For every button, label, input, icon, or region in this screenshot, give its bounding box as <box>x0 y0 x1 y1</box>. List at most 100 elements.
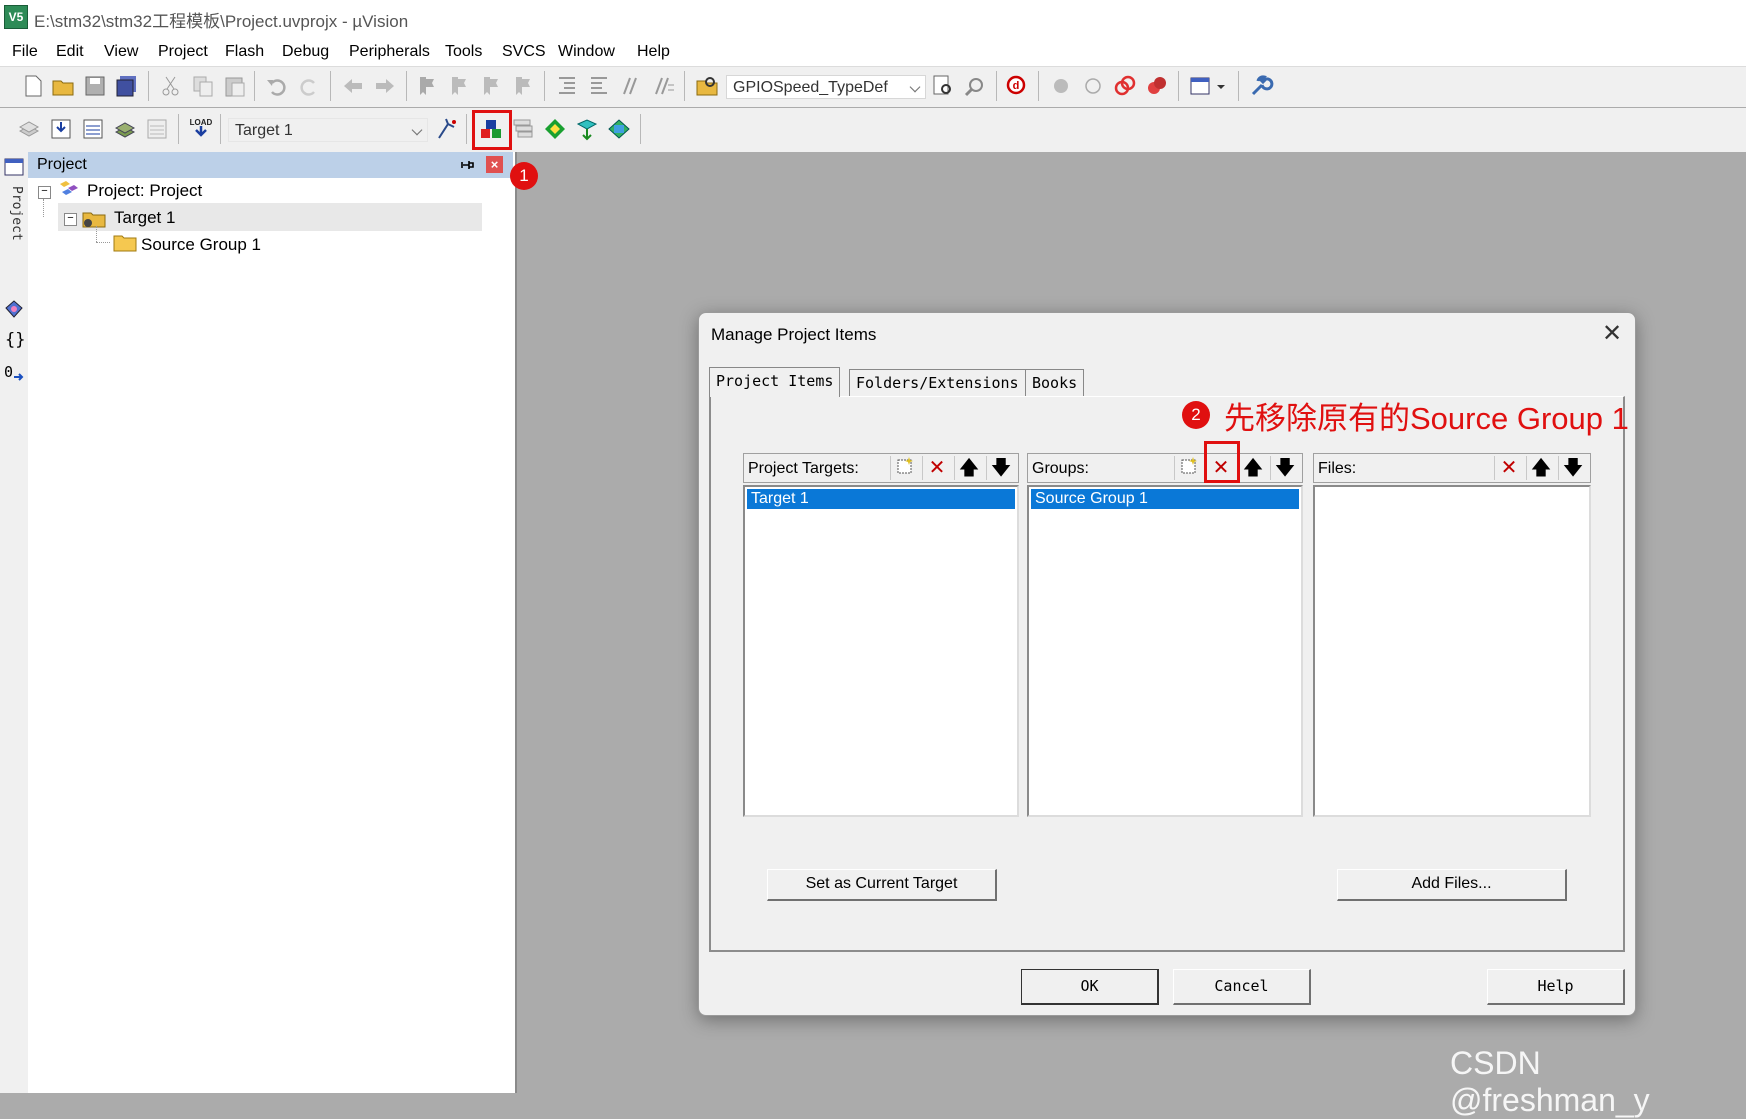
prev-bookmark-icon[interactable] <box>446 73 472 99</box>
menu-debug[interactable]: Debug <box>282 43 329 61</box>
ok-button[interactable]: OK <box>1021 969 1159 1005</box>
incremental-find-icon[interactable] <box>962 73 988 99</box>
stop-build-icon[interactable] <box>144 116 170 142</box>
disable-breakpoints-icon[interactable] <box>1112 73 1138 99</box>
new-file-icon[interactable] <box>20 73 46 99</box>
open-folder-icon[interactable] <box>50 73 76 99</box>
build-icon[interactable] <box>48 116 74 142</box>
pack-installer-icon[interactable] <box>574 116 600 142</box>
move-up-icon[interactable]: 🡅 <box>1238 456 1267 480</box>
move-up-icon[interactable]: 🡅 <box>954 456 983 480</box>
move-down-icon[interactable]: 🡇 <box>1558 456 1587 480</box>
tree-item-target[interactable]: Target 1 <box>114 208 175 228</box>
configure-icon[interactable] <box>1248 73 1274 99</box>
menu-peripherals[interactable]: Peripherals <box>349 43 430 61</box>
list-item[interactable]: Source Group 1 <box>1031 489 1299 509</box>
menu-flash[interactable]: Flash <box>225 43 264 61</box>
cancel-button[interactable]: Cancel <box>1173 969 1311 1005</box>
project-panel: Project × − Project: Project − Target 1 … <box>28 152 517 1093</box>
kill-breakpoints-icon[interactable] <box>1144 73 1170 99</box>
move-down-icon[interactable]: 🡇 <box>1270 456 1299 480</box>
project-window-icon[interactable] <box>3 156 25 178</box>
download-icon[interactable]: LOAD <box>188 116 214 142</box>
templates-icon[interactable]: 0 <box>2 362 26 384</box>
menu-help[interactable]: Help <box>637 43 670 61</box>
find-combo[interactable]: GPIOSpeed_TypeDef <box>726 75 926 99</box>
groups-list[interactable]: Source Group 1 <box>1027 485 1303 817</box>
tree-item-project[interactable]: Project: Project <box>87 181 202 201</box>
paste-icon[interactable] <box>222 73 248 99</box>
manage-run-time-icon[interactable] <box>542 116 568 142</box>
indent-icon[interactable] <box>554 73 580 99</box>
files-header: Files: ✕ 🡅 🡇 <box>1313 453 1591 483</box>
tab-books[interactable]: Books <box>1025 369 1085 397</box>
chevron-down-icon[interactable] <box>1214 73 1228 99</box>
insert-breakpoint-icon[interactable] <box>1048 73 1074 99</box>
menu-file[interactable]: File <box>12 43 38 61</box>
left-dock-strip: Project {} 0 <box>0 152 29 1093</box>
add-files-button[interactable]: Add Files... <box>1337 869 1567 901</box>
menu-svcs[interactable]: SVCS <box>502 43 546 61</box>
clear-bookmarks-icon[interactable] <box>510 73 536 99</box>
next-bookmark-icon[interactable] <box>478 73 504 99</box>
menu-bar: File Edit View Project Flash Debug Perip… <box>0 34 1746 68</box>
batch-build-icon[interactable] <box>112 116 138 142</box>
navigate-back-icon[interactable] <box>340 73 366 99</box>
collapse-toggle-icon[interactable]: − <box>38 186 51 199</box>
enable-breakpoint-icon[interactable] <box>1080 73 1106 99</box>
help-button[interactable]: Help <box>1487 969 1625 1005</box>
cut-icon[interactable] <box>158 73 184 99</box>
new-group-icon[interactable] <box>1174 456 1203 480</box>
files-list[interactable] <box>1313 485 1591 817</box>
files-label: Files: <box>1318 460 1357 477</box>
move-up-icon[interactable]: 🡅 <box>1526 456 1555 480</box>
target-folder-icon <box>82 212 106 228</box>
collapse-toggle-icon[interactable]: − <box>64 213 77 226</box>
list-item[interactable]: Target 1 <box>747 489 1015 509</box>
window-layout-icon[interactable] <box>1188 73 1214 99</box>
menu-project[interactable]: Project <box>158 43 208 61</box>
menu-window[interactable]: Window <box>558 43 615 61</box>
tab-folders-extensions[interactable]: Folders/Extensions <box>849 369 1026 397</box>
project-panel-title: Project <box>37 156 87 173</box>
chevron-down-icon[interactable] <box>909 81 921 93</box>
navigate-forward-icon[interactable] <box>372 73 398 99</box>
pin-icon[interactable] <box>461 158 475 172</box>
move-down-icon[interactable]: 🡇 <box>986 456 1015 480</box>
save-icon[interactable] <box>82 73 108 99</box>
copy-icon[interactable] <box>190 73 216 99</box>
tree-item-source-group[interactable]: Source Group 1 <box>141 235 261 255</box>
set-current-target-button[interactable]: Set as Current Target <box>767 869 997 901</box>
redo-icon[interactable] <box>296 73 322 99</box>
delete-target-icon[interactable]: ✕ <box>922 456 951 480</box>
project-panel-header: Project × <box>28 152 513 178</box>
pack-manager-icon[interactable] <box>606 116 632 142</box>
tab-project-items[interactable]: Project Items <box>709 367 841 397</box>
uncomment-icon[interactable] <box>650 73 676 99</box>
save-all-icon[interactable] <box>114 73 140 99</box>
debug-session-icon[interactable]: d <box>1004 73 1030 99</box>
books-icon[interactable] <box>3 298 25 320</box>
close-icon[interactable]: ✕ <box>1599 321 1625 347</box>
functions-icon[interactable]: {} <box>5 330 25 350</box>
new-target-icon[interactable] <box>890 456 919 480</box>
undo-icon[interactable] <box>264 73 290 99</box>
menu-view[interactable]: View <box>104 43 138 61</box>
side-tab-project[interactable]: Project <box>3 186 24 241</box>
chevron-down-icon[interactable] <box>411 124 423 136</box>
comment-icon[interactable] <box>618 73 644 99</box>
close-icon[interactable]: × <box>486 156 503 173</box>
target-options-icon[interactable] <box>434 116 460 142</box>
menu-edit[interactable]: Edit <box>56 43 84 61</box>
target-combo[interactable]: Target 1 <box>228 118 428 142</box>
translate-icon[interactable] <box>16 116 42 142</box>
remove-file-icon[interactable]: ✕ <box>1494 456 1523 480</box>
targets-list[interactable]: Target 1 <box>743 485 1019 817</box>
menu-tools[interactable]: Tools <box>445 43 482 61</box>
unindent-icon[interactable] <box>586 73 612 99</box>
rebuild-icon[interactable] <box>80 116 106 142</box>
select-packs-icon[interactable] <box>510 116 536 142</box>
find-in-files-icon[interactable] <box>694 73 720 99</box>
bookmark-icon[interactable] <box>414 73 440 99</box>
find-icon[interactable] <box>930 73 956 99</box>
